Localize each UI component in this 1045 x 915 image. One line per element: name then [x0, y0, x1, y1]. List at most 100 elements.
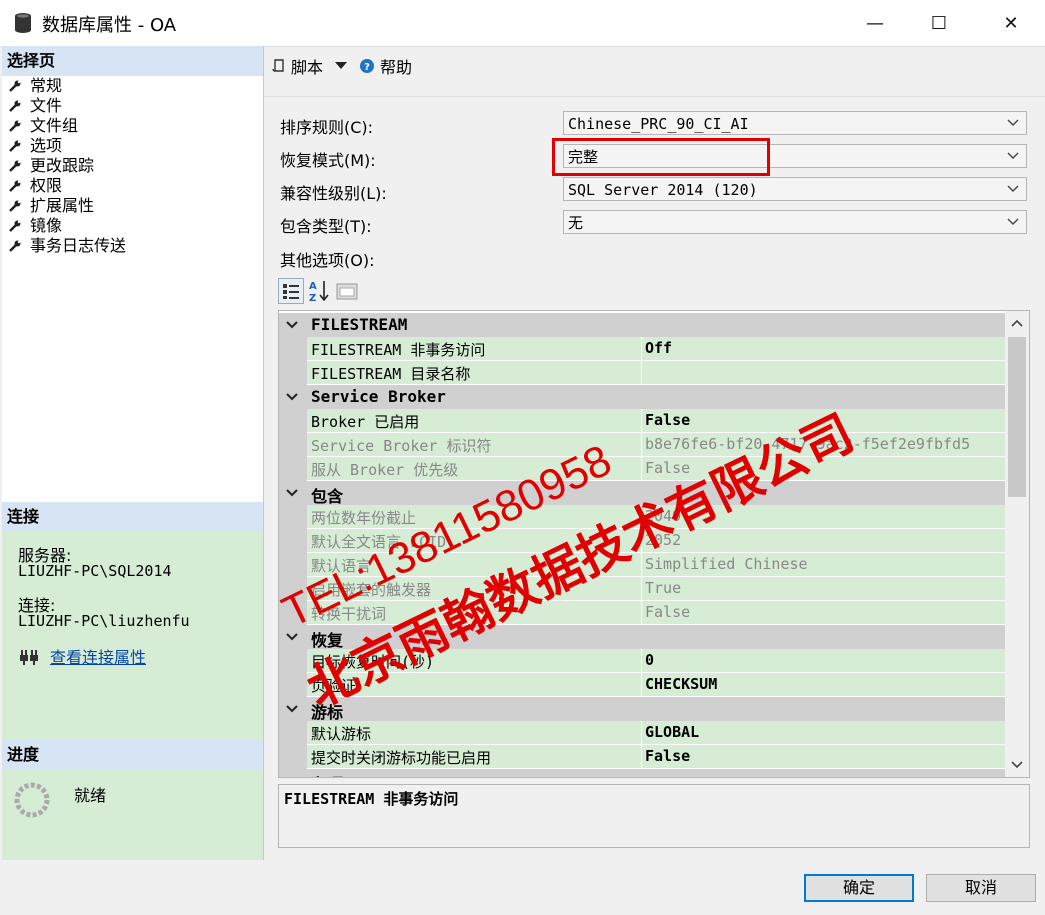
- page-item-label: 事务日志传送: [30, 236, 127, 255]
- property-value[interactable]: GLOBAL: [645, 723, 1001, 741]
- help-button[interactable]: ? 帮助: [360, 54, 412, 78]
- chevron-down-icon[interactable]: [285, 774, 299, 778]
- page-item-label: 权限: [30, 176, 63, 195]
- title-bar: 数据库属性 - OA — ☐ ✕: [0, 0, 1045, 47]
- ok-button[interactable]: 确定: [804, 874, 914, 902]
- grid-category-label: Service Broker: [311, 387, 446, 406]
- scrollbar-thumb[interactable]: [1008, 337, 1026, 497]
- chevron-down-icon[interactable]: [285, 318, 299, 332]
- categorized-button[interactable]: [278, 278, 304, 304]
- page-item-mirroring[interactable]: 镜像: [2, 216, 263, 236]
- grid-property-row[interactable]: Broker 已启用 False: [279, 409, 1005, 433]
- chevron-down-icon[interactable]: [285, 486, 299, 500]
- property-value[interactable]: 2049: [645, 507, 1001, 525]
- grid-category-row[interactable]: 恢复: [279, 625, 1005, 650]
- property-name: FILESTREAM 目录名称: [311, 365, 471, 383]
- vertical-scrollbar[interactable]: [1005, 311, 1029, 777]
- wrench-icon: [9, 200, 21, 212]
- grid-category-label: 包含: [311, 487, 344, 506]
- minimize-button[interactable]: —: [852, 0, 898, 46]
- description-text: FILESTREAM 非事务访问: [284, 790, 459, 808]
- help-icon: ?: [360, 59, 374, 73]
- property-value[interactable]: Off: [645, 339, 1001, 357]
- grid-property-row[interactable]: 页验证 CHECKSUM: [279, 673, 1005, 697]
- property-value[interactable]: True: [645, 579, 1001, 597]
- chevron-up-icon[interactable]: [1010, 317, 1024, 331]
- grid-property-row[interactable]: 启用嵌套的触发器 True: [279, 577, 1005, 601]
- grid-property-row[interactable]: 目标恢复时间(秒) 0: [279, 649, 1005, 673]
- page-item-log-shipping[interactable]: 事务日志传送: [2, 236, 263, 256]
- collation-combo[interactable]: Chinese_PRC_90_CI_AI: [563, 111, 1027, 135]
- column-separator: [641, 409, 642, 433]
- property-value[interactable]: False: [645, 603, 1001, 621]
- grid-property-row[interactable]: 默认语言 Simplified Chinese: [279, 553, 1005, 577]
- chevron-down-icon[interactable]: [1010, 757, 1024, 771]
- column-separator: [641, 337, 642, 361]
- column-separator: [641, 457, 642, 481]
- server-value: LIUZHF-PC\SQL2014: [18, 562, 172, 580]
- grid-category-row[interactable]: 游标: [279, 697, 1005, 722]
- grid-category-row[interactable]: FILESTREAM: [279, 313, 1005, 337]
- grid-property-row[interactable]: FILESTREAM 目录名称: [279, 361, 1005, 385]
- containment-type-combo[interactable]: 无: [563, 210, 1027, 234]
- grid-category-row[interactable]: Service Broker: [279, 385, 1005, 409]
- grid-property-row[interactable]: Service Broker 标识符 b8e76fe6-bf20-4717-9ac…: [279, 433, 1005, 457]
- grid-property-row[interactable]: 两位数年份截止 2049: [279, 505, 1005, 529]
- page-item-permissions[interactable]: 权限: [2, 176, 263, 196]
- chevron-down-icon[interactable]: [285, 630, 299, 644]
- property-value[interactable]: 2052: [645, 531, 1001, 549]
- sort-az-icon: A Z: [309, 281, 329, 303]
- connection-value: LIUZHF-PC\liuzhenfu: [18, 612, 190, 630]
- grid-property-row[interactable]: 服从 Broker 优先级 False: [279, 457, 1005, 481]
- chevron-down-icon[interactable]: [285, 390, 299, 404]
- property-name: Broker 已启用: [311, 413, 420, 431]
- chevron-down-icon[interactable]: [285, 702, 299, 716]
- cancel-button[interactable]: 取消: [926, 874, 1036, 902]
- wrench-icon: [9, 140, 21, 152]
- grid-gutter: [279, 649, 307, 673]
- grid-gutter: [279, 457, 307, 481]
- script-button[interactable]: 脚本: [272, 54, 348, 78]
- page-item-label: 扩展属性: [30, 196, 95, 215]
- grid-property-row[interactable]: 转换干扰词 False: [279, 601, 1005, 625]
- grid-category-row[interactable]: 杂项: [279, 769, 1005, 778]
- page-item-options[interactable]: 选项: [2, 136, 263, 156]
- property-value[interactable]: b8e76fe6-bf20-4717-9ac2-f5ef2e9fbfd5: [645, 435, 1001, 453]
- close-button[interactable]: ✕: [988, 0, 1034, 46]
- property-value[interactable]: False: [645, 411, 1001, 429]
- grid-gutter: [279, 337, 307, 361]
- grid-category-row[interactable]: 包含: [279, 481, 1005, 506]
- view-connection-properties-link[interactable]: 查看连接属性: [50, 644, 146, 668]
- maximize-button[interactable]: ☐: [916, 0, 962, 46]
- wrench-icon: [9, 80, 21, 92]
- page-item-change-tracking[interactable]: 更改跟踪: [2, 156, 263, 176]
- help-label: 帮助: [380, 58, 413, 77]
- page-item-files[interactable]: 文件: [2, 96, 263, 116]
- property-pages-button[interactable]: [334, 278, 360, 304]
- grid-gutter: [279, 529, 307, 553]
- grid-gutter: [279, 601, 307, 625]
- property-value[interactable]: False: [645, 747, 1001, 765]
- property-value[interactable]: 0: [645, 651, 1001, 669]
- grid-property-row[interactable]: 默认游标 GLOBAL: [279, 721, 1005, 745]
- wrench-icon: [9, 240, 21, 252]
- grid-property-row[interactable]: FILESTREAM 非事务访问 Off: [279, 337, 1005, 361]
- property-value[interactable]: Simplified Chinese: [645, 555, 1001, 573]
- alphabetical-button[interactable]: A Z: [306, 278, 332, 304]
- property-value[interactable]: False: [645, 459, 1001, 477]
- page-item-general[interactable]: 常规: [2, 76, 263, 96]
- column-separator: [641, 529, 642, 553]
- grid-property-row[interactable]: 提交时关闭游标功能已启用 False: [279, 745, 1005, 769]
- grid-gutter: [279, 553, 307, 577]
- property-value[interactable]: CHECKSUM: [645, 675, 1001, 693]
- grid-property-row[interactable]: 默认全文语言 LCID 2052: [279, 529, 1005, 553]
- wrench-icon: [9, 160, 21, 172]
- compat-level-combo[interactable]: SQL Server 2014 (120): [563, 177, 1027, 201]
- script-icon: [272, 59, 284, 72]
- page-item-label: 选项: [30, 136, 63, 155]
- view-connection-properties[interactable]: 查看连接属性: [18, 644, 146, 668]
- containment-value: 无: [568, 214, 584, 232]
- page-item-extended-properties[interactable]: 扩展属性: [2, 196, 263, 216]
- property-grid[interactable]: FILESTREAM FILESTREAM 非事务访问 Off FILESTREAM …: [278, 310, 1030, 778]
- page-item-filegroups[interactable]: 文件组: [2, 116, 263, 136]
